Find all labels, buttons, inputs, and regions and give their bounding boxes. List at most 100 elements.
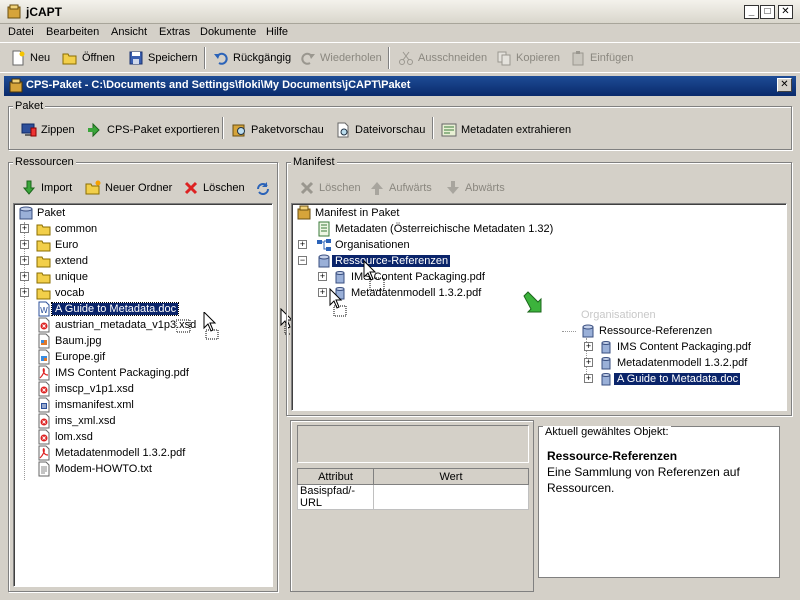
- tree-file[interactable]: austrian_metadata_v1p3.xsd: [36, 317, 196, 333]
- manifest-resource-item[interactable]: + IMS Content Packaging.pdf: [318, 269, 485, 285]
- extract-metadata-label: Metadaten extrahieren: [461, 124, 572, 136]
- file-preview-button[interactable]: Dateivorschau: [335, 121, 425, 139]
- table-row[interactable]: Basispfad/-URL: [297, 484, 529, 510]
- menu-dokumente[interactable]: Dokumente: [200, 26, 256, 38]
- menu-divider: [0, 42, 800, 43]
- menu-bearbeiten[interactable]: Bearbeiten: [46, 26, 99, 38]
- column-header-attribute[interactable]: Attribut: [297, 468, 374, 485]
- save-disk-icon: [129, 51, 143, 65]
- drag-cursor-icon: [176, 312, 219, 340]
- paste-button[interactable]: Einfügen: [570, 49, 633, 67]
- expand-toggle: +: [584, 357, 593, 367]
- image-file-icon: [38, 333, 50, 349]
- text-file-icon: [38, 461, 50, 477]
- expand-toggle[interactable]: +: [20, 272, 29, 281]
- package-preview-button[interactable]: Paketvorschau: [231, 121, 324, 139]
- image-file-icon: [38, 349, 50, 365]
- folder-label: extend: [55, 255, 89, 267]
- move-down-button[interactable]: Abwärts: [445, 179, 505, 197]
- attribute-value-cell[interactable]: [373, 484, 529, 510]
- cut-button[interactable]: Ausschneiden: [398, 49, 487, 67]
- folder-label: vocab: [55, 287, 85, 299]
- menu-hilfe[interactable]: Hilfe: [266, 26, 288, 38]
- toolbar-divider: [0, 72, 800, 73]
- close-button[interactable]: ✕: [778, 5, 793, 19]
- file-preview-icon: [337, 122, 349, 138]
- paste-clipboard-icon: [572, 51, 584, 66]
- selected-object-name: Ressource-Referenzen: [547, 449, 678, 463]
- file-label: imscp_v1p1.xsd: [55, 383, 134, 395]
- result-resources-label: Ressource-Referenzen: [599, 325, 713, 337]
- tree-file[interactable]: imsmanifest.xml: [36, 397, 134, 413]
- file-label: IMS Content Packaging.pdf: [55, 367, 189, 379]
- tree-root-paket[interactable]: Paket: [18, 205, 65, 221]
- tree-folder[interactable]: + common: [20, 221, 97, 237]
- menu-ansicht[interactable]: Ansicht: [111, 26, 147, 38]
- tree-folder[interactable]: + extend: [20, 253, 89, 269]
- redo-button[interactable]: Wiederholen: [300, 49, 382, 67]
- expand-toggle[interactable]: +: [20, 240, 29, 249]
- menu-datei[interactable]: Datei: [8, 26, 34, 38]
- minimize-button[interactable]: _: [744, 5, 759, 19]
- tree-file[interactable]: Baum.jpg: [36, 333, 101, 349]
- manifest-organisations-node[interactable]: + Organisationen: [298, 237, 410, 253]
- window-title: jCAPT: [26, 5, 62, 19]
- new-button[interactable]: Neu: [10, 49, 50, 67]
- result-resources-node: Ressource-Referenzen: [580, 323, 712, 339]
- tree-file[interactable]: imscp_v1p1.xsd: [36, 381, 134, 397]
- manifest-metadata-node[interactable]: Metadaten (Österreichische Metadaten 1.3…: [316, 221, 553, 237]
- collapse-toggle[interactable]: −: [298, 256, 307, 265]
- expand-toggle[interactable]: +: [20, 256, 29, 265]
- open-button[interactable]: Öffnen: [62, 49, 115, 67]
- undo-label: Rückgängig: [233, 52, 292, 64]
- expand-toggle[interactable]: +: [318, 272, 327, 281]
- export-package-button[interactable]: CPS-Paket exportieren: [87, 121, 220, 139]
- tree-file[interactable]: IMS Content Packaging.pdf: [36, 365, 189, 381]
- folder-icon: [36, 288, 51, 300]
- manifest-tree: Manifest in Paket Metadaten (Österreichi…: [291, 203, 787, 411]
- tree-file[interactable]: ims_xml.xsd: [36, 413, 116, 429]
- move-up-button[interactable]: Aufwärts: [369, 179, 432, 197]
- new-folder-label: Neuer Ordner: [105, 182, 173, 194]
- extract-metadata-button[interactable]: Metadaten extrahieren: [441, 121, 571, 139]
- copy-button[interactable]: Kopieren: [496, 49, 560, 67]
- redo-label: Wiederholen: [320, 52, 382, 64]
- zip-button[interactable]: Zippen: [21, 121, 75, 139]
- document-title: CPS-Paket - C:\Documents and Settings\fl…: [26, 79, 411, 91]
- arrow-down-right-icon: [523, 291, 542, 313]
- expand-toggle[interactable]: +: [318, 288, 327, 297]
- tree-file[interactable]: Modem-HOWTO.txt: [36, 461, 152, 477]
- menu-extras[interactable]: Extras: [159, 26, 190, 38]
- attribute-name-cell: Basispfad/-URL: [297, 484, 374, 510]
- result-resource-label: Metadatenmodell 1.3.2.pdf: [617, 357, 748, 369]
- save-button[interactable]: Speichern: [128, 49, 198, 67]
- maximize-button[interactable]: □: [760, 5, 775, 19]
- resources-delete-label: Löschen: [203, 182, 245, 194]
- move-up-label: Aufwärts: [389, 182, 432, 194]
- package-icon: [297, 205, 311, 220]
- undo-button[interactable]: Rückgängig: [213, 49, 291, 67]
- refresh-icon[interactable]: [255, 181, 271, 197]
- tree-folder[interactable]: + Euro: [20, 237, 78, 253]
- tree-file[interactable]: lom.xsd: [36, 429, 93, 445]
- tree-folder[interactable]: + unique: [20, 269, 88, 285]
- resources-stack-icon: [318, 254, 330, 268]
- document-close-button[interactable]: ✕: [777, 78, 792, 92]
- new-folder-button[interactable]: Neuer Ordner: [85, 179, 172, 197]
- expand-toggle[interactable]: +: [298, 240, 307, 249]
- column-header-value[interactable]: Wert: [373, 468, 529, 485]
- tree-file[interactable]: Metadatenmodell 1.3.2.pdf: [36, 445, 185, 461]
- tree-file-selected[interactable]: W A Guide to Metadata.doc: [36, 301, 180, 317]
- expand-toggle[interactable]: +: [20, 224, 29, 233]
- import-button[interactable]: Import: [21, 179, 72, 197]
- tree-file[interactable]: Europe.gif: [36, 349, 105, 365]
- export-icon: [88, 122, 100, 138]
- tree-folder[interactable]: + vocab: [20, 285, 85, 301]
- attributes-panel: Attribut Wert Basispfad/-URL: [290, 420, 534, 592]
- manifest-root[interactable]: Manifest in Paket: [296, 205, 399, 221]
- pdf-file-icon: [38, 445, 50, 461]
- resources-delete-button[interactable]: Löschen: [183, 179, 245, 197]
- expand-toggle[interactable]: +: [20, 288, 29, 297]
- file-label: Europe.gif: [55, 351, 106, 363]
- manifest-delete-button[interactable]: Löschen: [299, 179, 361, 197]
